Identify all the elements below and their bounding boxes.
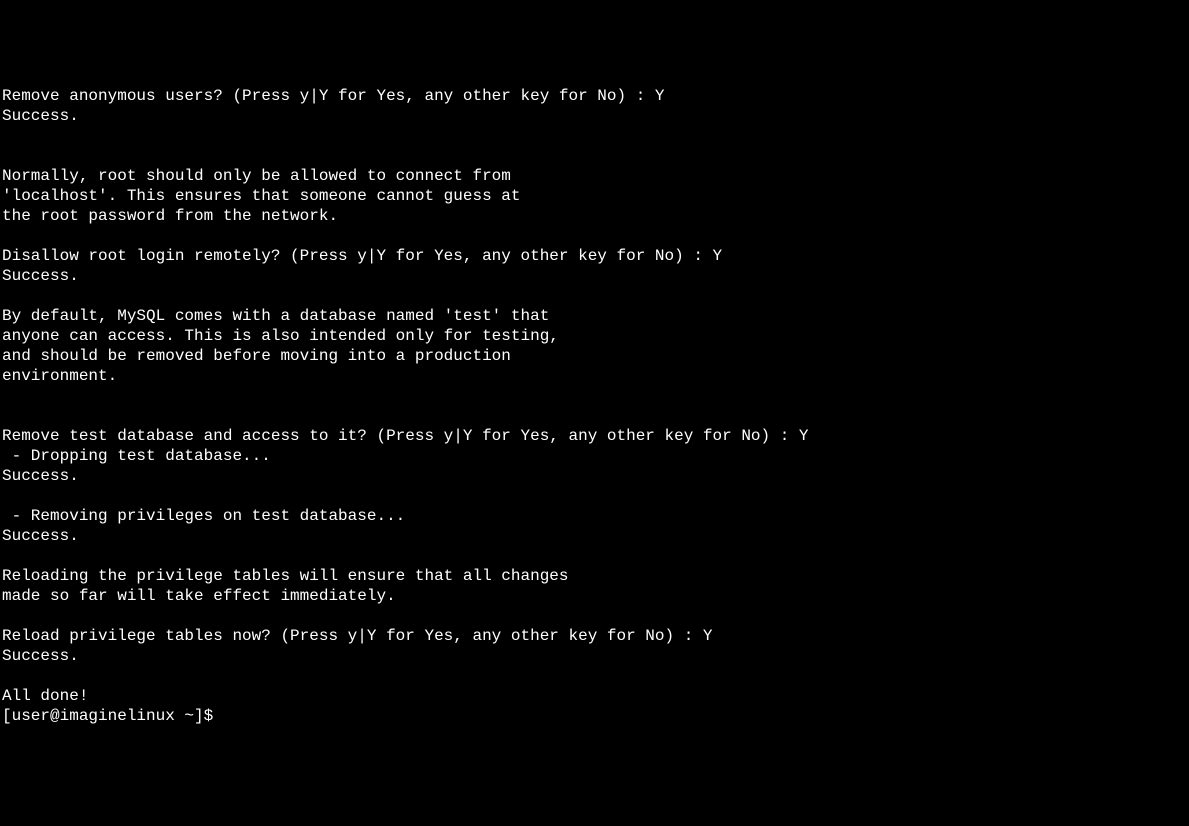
output-line: Normally, root should only be allowed to… xyxy=(2,167,511,185)
output-line: Success. xyxy=(2,527,79,545)
output-line: Reloading the privilege tables will ensu… xyxy=(2,567,569,585)
output-line: 'localhost'. This ensures that someone c… xyxy=(2,187,520,205)
terminal-output: Remove anonymous users? (Press y|Y for Y… xyxy=(2,86,1187,726)
output-line: Reload privilege tables now? (Press y|Y … xyxy=(2,627,713,645)
output-line: the root password from the network. xyxy=(2,207,338,225)
output-line: made so far will take effect immediately… xyxy=(2,587,396,605)
output-line: Remove test database and access to it? (… xyxy=(2,427,809,445)
output-line: - Removing privileges on test database..… xyxy=(2,507,405,525)
cursor-icon xyxy=(223,707,232,725)
output-line: - Dropping test database... xyxy=(2,447,271,465)
output-line: and should be removed before moving into… xyxy=(2,347,511,365)
output-line: anyone can access. This is also intended… xyxy=(2,327,559,345)
output-line: environment. xyxy=(2,367,117,385)
output-line: By default, MySQL comes with a database … xyxy=(2,307,549,325)
output-line: Success. xyxy=(2,647,79,665)
output-line: Disallow root login remotely? (Press y|Y… xyxy=(2,247,722,265)
shell-prompt[interactable]: [user@imaginelinux ~]$ xyxy=(2,707,223,725)
output-line: Success. xyxy=(2,267,79,285)
output-line: All done! xyxy=(2,687,88,705)
output-line: Success. xyxy=(2,107,79,125)
output-line: Remove anonymous users? (Press y|Y for Y… xyxy=(2,87,665,105)
output-line: Success. xyxy=(2,467,79,485)
